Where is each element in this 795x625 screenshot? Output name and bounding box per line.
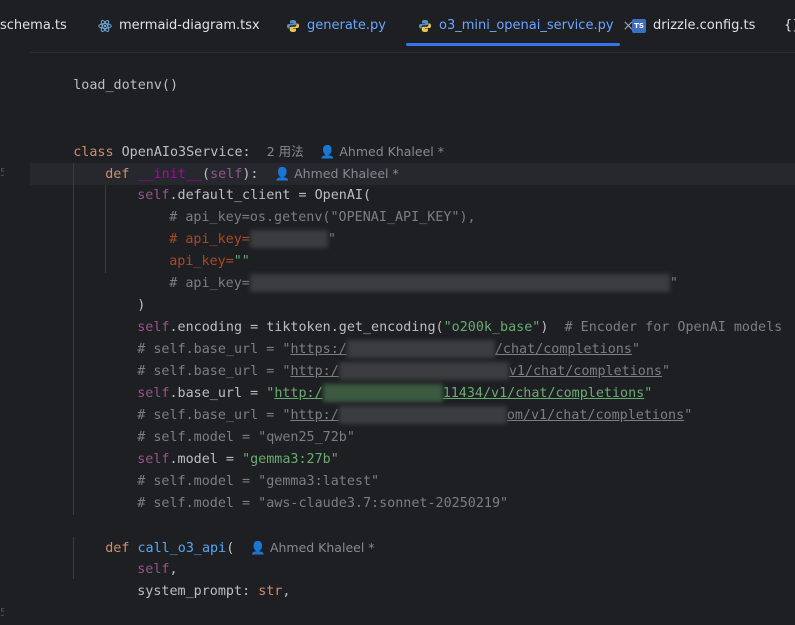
- indent-guide: [73, 163, 74, 515]
- comment: # self.model = "aws-claude3.7:sonnet-202…: [137, 496, 509, 511]
- python-icon: [418, 19, 432, 33]
- comma: ,: [282, 584, 291, 599]
- tab-mermaid-diagram-tsx[interactable]: mermaid-diagram.tsx: [98, 0, 260, 52]
- comment: ": [662, 364, 671, 379]
- author-hint[interactable]: 👤 Ahmed Khaleel *: [250, 540, 374, 555]
- tab-label: {}: [784, 18, 795, 33]
- code-line-comment-api-key-redacted-2: # api_key= ": [137, 251, 678, 292]
- comment: ": [327, 232, 336, 247]
- code-editor[interactable]: 5 5 load_dotenv() class OpenAIo3Service:…: [0, 52, 795, 619]
- code-line-self-param: self,: [105, 537, 177, 577]
- tab-o3-mini-openai-service-py[interactable]: o3_mini_openai_service.py ×: [406, 0, 634, 52]
- tab-label: generate.py: [307, 18, 386, 33]
- code-line-base-url-comment-3: # self.base_url = "http:/om/v1/chat/comp…: [105, 383, 692, 424]
- param-name: system_prompt: [137, 584, 243, 599]
- code-line-system-prompt: system_prompt: str,: [105, 559, 290, 599]
- code-line-class: class OpenAIo3Service: 2 用法 👤 Ahmed Khal…: [41, 119, 444, 160]
- paren: (: [226, 541, 235, 556]
- tab-more[interactable]: {}: [784, 0, 795, 52]
- code-line-load-dotenv: load_dotenv(): [41, 53, 178, 93]
- colon: :: [242, 584, 259, 599]
- tab-label: drizzle.config.ts: [653, 18, 756, 33]
- comment: ": [669, 276, 678, 291]
- tab-schema-ts[interactable]: schema.ts: [0, 0, 67, 52]
- tab-drizzle-config-ts[interactable]: TS drizzle.config.ts: [632, 0, 755, 52]
- tab-label: schema.ts: [0, 18, 67, 33]
- code-line-api-key: api_key="": [137, 229, 250, 269]
- tab-label: mermaid-diagram.tsx: [119, 18, 260, 33]
- code-line-base-url-comment-2: # self.base_url = "http:/v1/chat/complet…: [105, 339, 670, 380]
- code-line-def-init: def __init__(self): 👤 Ahmed Khaleel *: [73, 141, 398, 182]
- comment: ": [684, 408, 693, 423]
- redacted-block: [249, 274, 670, 292]
- redacted-block: [249, 230, 328, 248]
- line-number: 5: [0, 606, 4, 619]
- react-icon: [98, 19, 112, 33]
- code-text: load_dotenv(): [73, 78, 179, 93]
- code-line-def-call-o3-api: def call_o3_api( 👤 Ahmed Khaleel *: [73, 515, 374, 556]
- code-line-model-comment-3: # self.model = "aws-claude3.7:sonnet-202…: [105, 471, 508, 511]
- type-name: str: [258, 584, 283, 599]
- code-line-comment-api-key-env: # api_key=os.getenv("OPENAI_API_KEY"),: [137, 185, 475, 225]
- ts-icon: TS: [632, 19, 646, 33]
- line-number: 5: [0, 166, 4, 179]
- code-line-default-client: self.default_client = OpenAI(: [105, 163, 371, 203]
- code-line-model-comment-1: # self.model = "qwen25_72b": [105, 405, 355, 445]
- editor-tab-bar: schema.ts mermaid-diagram.tsx generate.p…: [0, 0, 795, 53]
- redacted-block: [338, 406, 507, 424]
- code-line-comment-api-key-redacted: # api_key= ": [137, 207, 336, 248]
- code-line-base-url: self.base_url = "http:/11434/v1/chat/com…: [105, 361, 652, 402]
- code-line-base-url-comment-1: # self.base_url = "https://chat/completi…: [105, 317, 640, 358]
- python-icon: [286, 19, 300, 33]
- comment: # api_key=: [169, 276, 250, 291]
- line-number-gutter: 5 5: [0, 52, 30, 619]
- tab-generate-py[interactable]: generate.py: [286, 0, 386, 52]
- author-name: Ahmed Khaleel *: [269, 540, 375, 555]
- user-icon: 👤: [250, 540, 266, 555]
- code-line-encoding: self.encoding = tiktoken.get_encoding("o…: [105, 295, 782, 335]
- comment-url[interactable]: om/v1/chat/completions: [507, 408, 684, 423]
- code-line-close-paren: ): [105, 273, 145, 313]
- code-line-model: self.model = "gemma3:27b": [105, 427, 339, 467]
- code-line-model-comment-2: # self.model = "gemma3:latest": [105, 449, 379, 489]
- tab-label: o3_mini_openai_service.py: [439, 18, 614, 33]
